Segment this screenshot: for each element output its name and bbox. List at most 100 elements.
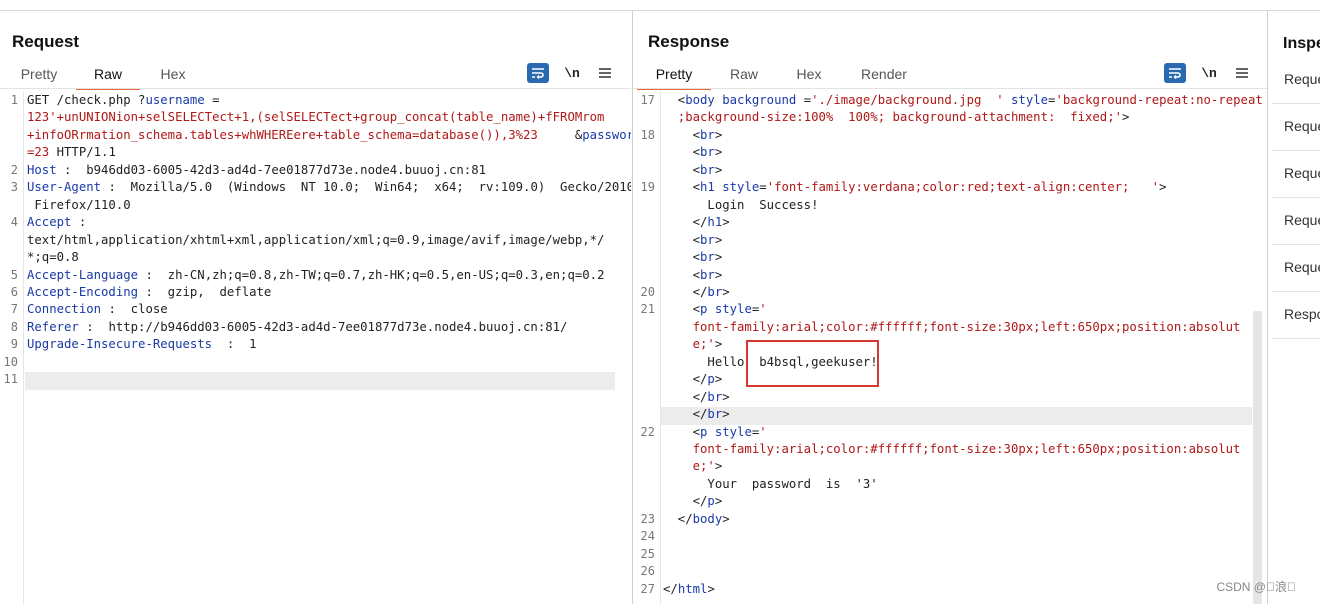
code-text: </html>	[663, 581, 715, 596]
code-line: <br>	[633, 249, 1268, 267]
code-line: 22 <p style='	[633, 424, 1268, 442]
line-number: 2	[10, 162, 18, 177]
highlight-annotation-box	[746, 340, 879, 387]
code-line: 24	[633, 528, 1268, 546]
code-text: *;q=0.8	[27, 250, 79, 265]
tab-raw[interactable]: Raw	[76, 66, 140, 90]
hamburger-icon	[1236, 68, 1248, 78]
tab-hex[interactable]: Hex	[794, 66, 824, 88]
code-text: Firefox/110.0	[27, 197, 131, 212]
code-text: <br>	[663, 232, 723, 247]
inspector-item-response-headers[interactable]: Respo	[1272, 292, 1320, 339]
code-text: <p style='	[663, 424, 767, 439]
show-newlines-button[interactable]: \n	[561, 63, 583, 83]
wrap-icon	[532, 68, 544, 79]
code-line: 5 Accept-Language : zh-CN,zh;q=0.8,zh-TW;…	[0, 267, 631, 285]
tab-pretty[interactable]: Pretty	[19, 66, 59, 88]
inspector-item-request-cookies[interactable]: Reque	[1272, 198, 1320, 245]
code-text: +infoORrmation_schema.tables+whWHEREere+…	[27, 127, 631, 142]
code-text: e;'>	[663, 337, 723, 352]
line-number: 6	[10, 284, 18, 299]
code-line: =23 HTTP/1.1	[0, 144, 631, 162]
code-text: Upgrade-Insecure-Requests : 1	[27, 337, 257, 352]
code-line: 123'+unUNIONion+selSELECTect+1,(selSELEC…	[0, 109, 631, 127]
code-line: font-family:arial;color:#ffffff;font-siz…	[633, 319, 1268, 337]
code-line: 10	[0, 354, 631, 372]
line-number: 27	[640, 581, 655, 596]
line-number: 1	[10, 93, 18, 107]
code-line: 2 Host : b946dd03-6005-42d3-ad4d-7ee01877…	[0, 162, 631, 180]
code-line: Firefox/110.0	[0, 197, 631, 215]
code-text: font-family:arial;color:#ffffff;font-siz…	[663, 319, 1241, 334]
line-number: 8	[10, 319, 18, 334]
code-text: <br>	[663, 145, 723, 160]
line-number: 11	[3, 372, 18, 387]
tab-raw[interactable]: Raw	[729, 66, 759, 88]
tab-pretty[interactable]: Pretty	[637, 66, 711, 90]
response-editor[interactable]: 17 <body background ='./image/background…	[633, 91, 1268, 604]
top-border	[0, 0, 1320, 11]
show-newlines-button[interactable]: \n	[1198, 63, 1220, 83]
watermark: CSDN @ 浪 	[1216, 580, 1296, 594]
line-number: 21	[640, 302, 655, 317]
code-line: 1 GET /check.php ?username =	[0, 92, 631, 110]
code-text: <br>	[663, 267, 723, 282]
inspector-item-request-attributes[interactable]: Reque	[1272, 57, 1320, 104]
code-text: text/html,application/xhtml+xml,applicat…	[27, 232, 605, 247]
code-text: </body>	[663, 511, 730, 526]
inspector-item-request-body[interactable]: Reque	[1272, 151, 1320, 198]
code-text: Accept-Encoding : gzip, deflate	[27, 284, 272, 299]
code-text: <h1 style='font-family:verdana;color:red…	[663, 180, 1167, 195]
line-number: 10	[3, 354, 18, 369]
line-number: 26	[640, 564, 655, 579]
line-number: 23	[640, 511, 655, 526]
line-number: 19	[640, 180, 655, 195]
code-line: 7 Connection : close	[0, 301, 631, 319]
wrap-lines-button[interactable]	[527, 63, 549, 83]
tabs-divider	[0, 88, 631, 89]
code-line: 3 User-Agent : Mozilla/5.0 (Windows NT 10…	[0, 179, 631, 197]
code-text: Connection : close	[27, 302, 168, 317]
code-text: =23 HTTP/1.1	[27, 145, 116, 160]
code-line: 11	[0, 371, 631, 389]
code-line: </br>	[633, 406, 1268, 424]
code-line: </h1>	[633, 214, 1268, 232]
menu-button[interactable]	[594, 63, 616, 83]
code-line: ;background-size:100% 100%; background-a…	[633, 109, 1268, 127]
code-text: <p style='	[663, 302, 767, 317]
inspector-item-request-query[interactable]: Reque	[1272, 104, 1320, 151]
code-line: <br>	[633, 162, 1268, 180]
response-pane: Response Pretty Raw Hex Render \n 17 <bo…	[632, 11, 1268, 604]
hamburger-icon	[599, 68, 611, 78]
code-text: <br>	[663, 127, 723, 142]
menu-button[interactable]	[1231, 63, 1253, 83]
code-line: 23 </body>	[633, 511, 1268, 529]
line-number: 3	[10, 180, 18, 195]
request-editor[interactable]: 1 GET /check.php ?username = 123'+unUNIONi…	[0, 91, 631, 604]
wrap-icon	[1169, 68, 1181, 79]
code-line: text/html,application/xhtml+xml,applicat…	[0, 232, 631, 250]
line-number: 22	[640, 424, 655, 439]
code-line: 19 <h1 style='font-family:verdana;color:…	[633, 179, 1268, 197]
line-number: 9	[10, 337, 18, 352]
code-text: e;'>	[663, 459, 723, 474]
code-line: </p>	[633, 493, 1268, 511]
request-pane: Request Pretty Raw Hex \n 1 GET /check.ph…	[0, 11, 631, 604]
tab-hex[interactable]: Hex	[155, 66, 191, 88]
code-text: Login Success!	[663, 197, 819, 212]
code-line: e;'>	[633, 336, 1268, 354]
code-text: <br>	[663, 162, 723, 177]
tab-render[interactable]: Render	[859, 66, 909, 88]
code-line: 17 <body background ='./image/background…	[633, 92, 1268, 110]
wrap-lines-button[interactable]	[1164, 63, 1186, 83]
code-line: font-family:arial;color:#ffffff;font-siz…	[633, 441, 1268, 459]
code-text: font-family:arial;color:#ffffff;font-siz…	[663, 442, 1241, 456]
code-text: Your password is '3'	[663, 476, 878, 491]
code-text: ;background-size:100% 100%; background-a…	[663, 110, 1130, 125]
inspector-item-request-headers[interactable]: Reque	[1272, 245, 1320, 292]
vertical-scrollbar[interactable]	[1253, 311, 1262, 604]
code-line: 26	[633, 563, 1268, 581]
code-line: *;q=0.8	[0, 249, 631, 267]
code-line: 6 Accept-Encoding : gzip, deflate	[0, 284, 631, 302]
code-text: </br>	[663, 284, 730, 299]
